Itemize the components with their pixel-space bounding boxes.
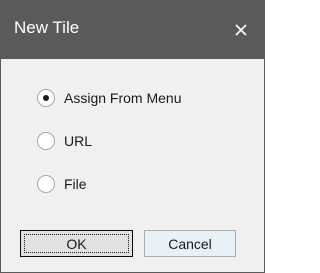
cancel-button[interactable]: Cancel [144,230,236,257]
radio-assign-from-menu[interactable]: Assign From Menu [37,87,181,109]
radio-label-url: URL [64,133,93,149]
radio-label-assign-from-menu: Assign From Menu [64,90,182,106]
close-button[interactable] [218,1,264,59]
radio-file[interactable]: File [37,173,87,195]
radio-button-unchecked[interactable] [37,132,55,150]
radio-button-checked[interactable] [37,89,55,107]
title-bar: New Tile [1,1,264,59]
ok-button-label: OK [66,235,87,252]
cancel-button-label: Cancel [168,235,212,252]
radio-url[interactable]: URL [37,130,92,152]
radio-label-file: File [64,176,87,192]
ok-button[interactable]: OK [20,230,133,257]
dialog-title: New Tile [14,18,80,37]
close-icon [235,24,247,36]
radio-button-unchecked[interactable] [37,175,55,193]
new-tile-dialog: New Tile Assign From Menu URL File OK Ca… [0,0,265,273]
